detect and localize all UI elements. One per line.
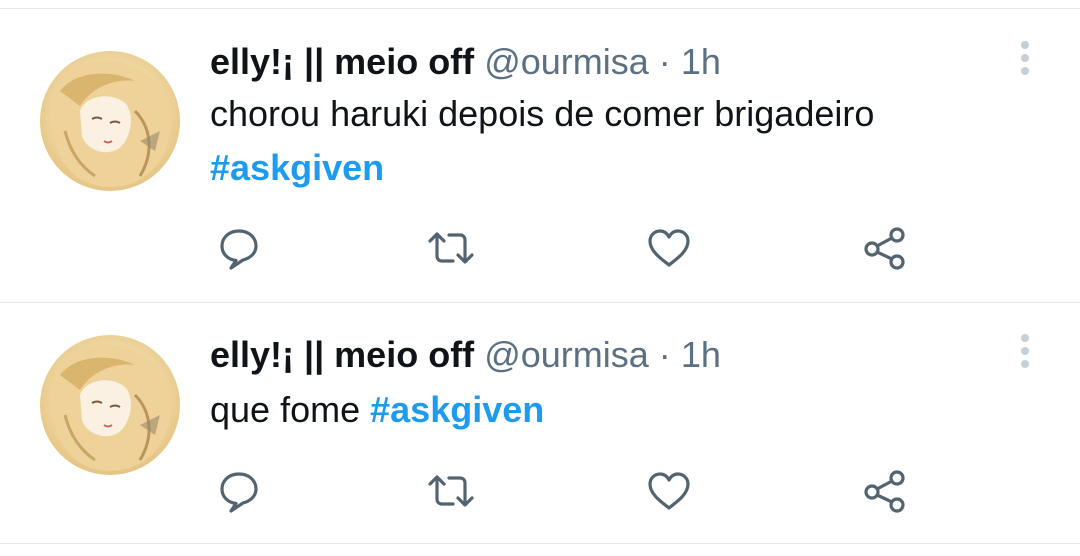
speech-bubble-icon bbox=[220, 229, 258, 270]
share-button[interactable] bbox=[860, 223, 910, 273]
more-options-button[interactable] bbox=[1010, 39, 1040, 79]
retweet-button[interactable] bbox=[426, 466, 476, 516]
vertical-dots-icon bbox=[1021, 334, 1029, 368]
divider bbox=[0, 543, 1080, 544]
separator-dot: · bbox=[658, 41, 671, 82]
tweet-text-line: chorou haruki depois de comer brigadeiro bbox=[210, 93, 875, 134]
user-handle[interactable]: @ourmisa bbox=[484, 334, 649, 375]
user-handle[interactable]: @ourmisa bbox=[484, 41, 649, 82]
share-button[interactable] bbox=[860, 466, 910, 516]
hashtag-link[interactable]: #askgiven bbox=[370, 389, 544, 430]
speech-bubble-icon bbox=[220, 472, 258, 513]
tweet-card[interactable]: elly!¡ || meio off @ourmisa · 1h chorou … bbox=[0, 9, 1080, 301]
display-name[interactable]: elly!¡ || meio off bbox=[210, 41, 474, 82]
avatar[interactable] bbox=[40, 51, 180, 191]
tweet-card[interactable]: elly!¡ || meio off @ourmisa · 1h que fom… bbox=[0, 303, 1080, 543]
like-button[interactable] bbox=[644, 466, 694, 516]
avatar[interactable] bbox=[40, 335, 180, 475]
tweet-header: elly!¡ || meio off @ourmisa · 1h bbox=[210, 335, 721, 375]
separator-dot: · bbox=[658, 334, 671, 375]
retweet-arrows-icon bbox=[428, 232, 474, 264]
tweet-header: elly!¡ || meio off @ourmisa · 1h bbox=[210, 42, 721, 82]
heart-icon bbox=[648, 229, 690, 267]
timestamp[interactable]: 1h bbox=[681, 334, 721, 375]
display-name[interactable]: elly!¡ || meio off bbox=[210, 334, 474, 375]
reply-button[interactable] bbox=[214, 223, 264, 273]
action-bar bbox=[210, 223, 930, 273]
share-nodes-icon bbox=[864, 227, 905, 270]
tweet-text: chorou haruki depois de comer brigadeiro… bbox=[210, 87, 1030, 195]
like-button[interactable] bbox=[644, 223, 694, 273]
hashtag-link[interactable]: #askgiven bbox=[210, 147, 384, 188]
retweet-arrows-icon bbox=[428, 475, 474, 507]
more-options-button[interactable] bbox=[1010, 332, 1040, 372]
heart-icon bbox=[648, 472, 690, 510]
timestamp[interactable]: 1h bbox=[681, 41, 721, 82]
timeline-feed: elly!¡ || meio off @ourmisa · 1h chorou … bbox=[0, 0, 1080, 556]
share-nodes-icon bbox=[864, 470, 905, 513]
reply-button[interactable] bbox=[214, 466, 264, 516]
tweet-text-line: que fome bbox=[210, 389, 361, 430]
action-bar bbox=[210, 466, 930, 516]
tweet-text: que fome #askgiven bbox=[210, 383, 1030, 437]
vertical-dots-icon bbox=[1021, 41, 1029, 75]
retweet-button[interactable] bbox=[426, 223, 476, 273]
